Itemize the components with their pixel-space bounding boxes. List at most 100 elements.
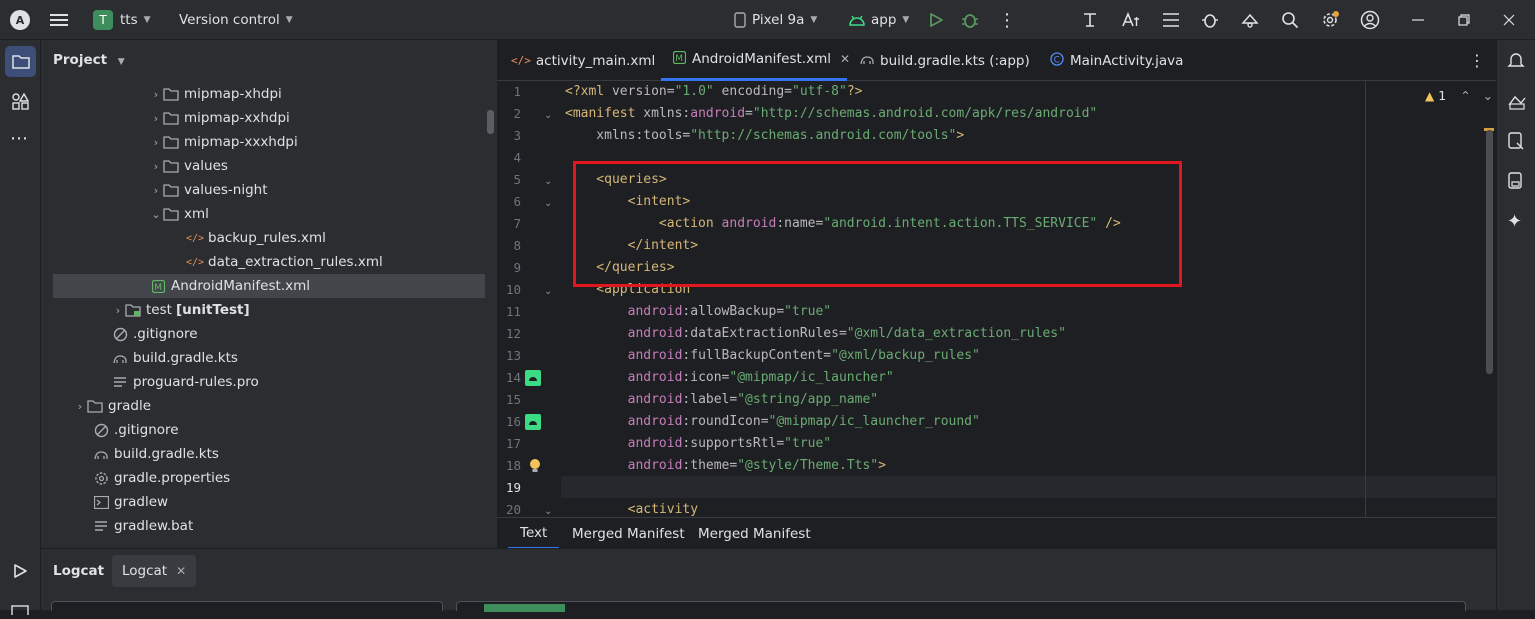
fold-icon[interactable]: ⌄ bbox=[544, 506, 552, 517]
app-inspection-icon[interactable] bbox=[1200, 0, 1220, 40]
chevron-right-icon[interactable]: › bbox=[149, 184, 163, 197]
tree-item-mipmap-xxxhdpi[interactable]: › mipmap-xxxhdpi bbox=[41, 130, 497, 154]
version-control-label: Version control bbox=[179, 12, 280, 28]
project-scrollbar[interactable] bbox=[487, 110, 494, 134]
tree-item-gradlew-bat[interactable]: gradlew.bat bbox=[41, 514, 497, 538]
tree-item-label: build.gradle.kts bbox=[114, 446, 219, 462]
chevron-down-icon[interactable]: ⌄ bbox=[149, 208, 163, 221]
more-actions-icon[interactable]: ⋮ bbox=[998, 0, 1016, 40]
sparkle-ai-icon[interactable]: ✦ bbox=[1507, 211, 1522, 232]
tree-item-gradle[interactable]: › gradle bbox=[41, 394, 497, 418]
folder-icon bbox=[163, 182, 179, 198]
tab-merged-manifest[interactable]: Merged Manifest bbox=[572, 518, 685, 549]
more-tools-icon[interactable]: ⋯ bbox=[10, 128, 28, 149]
tree-item-label: values-night bbox=[184, 182, 268, 198]
tab-label: AndroidManifest.xml bbox=[692, 51, 831, 67]
project-avatar: T bbox=[93, 10, 113, 30]
tab-android-manifest[interactable]: M AndroidManifest.xml ✕ bbox=[661, 40, 850, 81]
run-icon bbox=[930, 13, 943, 27]
filter-chip[interactable] bbox=[484, 604, 565, 612]
tree-item-xml[interactable]: ⌄ xml bbox=[41, 202, 497, 226]
fold-icon[interactable]: ⌄ bbox=[544, 286, 552, 297]
tree-item-label: mipmap-xxxhdpi bbox=[184, 134, 298, 150]
tree-item-build-gradle-root[interactable]: build.gradle.kts bbox=[41, 442, 497, 466]
translate-icon[interactable] bbox=[1121, 0, 1141, 40]
tab-text[interactable]: Text bbox=[508, 518, 560, 549]
line-number: 13 bbox=[505, 348, 521, 363]
tab-build-gradle-app[interactable]: build.gradle.kts (:app) bbox=[859, 40, 1030, 81]
main-menu-icon[interactable] bbox=[50, 0, 68, 40]
editor-scrollbar[interactable] bbox=[1486, 130, 1493, 374]
previous-highlight-icon[interactable]: ⌃ bbox=[1460, 88, 1470, 103]
settings-icon[interactable] bbox=[1320, 0, 1340, 40]
minimize-icon[interactable] bbox=[1412, 0, 1424, 40]
gemini-agent-icon[interactable] bbox=[1507, 92, 1527, 114]
tree-item-proguard-rules[interactable]: proguard-rules.pro bbox=[41, 370, 497, 394]
account-icon[interactable] bbox=[1360, 0, 1380, 40]
code-area[interactable]: <?xml version="1.0" encoding="utf-8"?> <… bbox=[561, 81, 1496, 517]
lightbulb-icon[interactable] bbox=[529, 458, 541, 478]
run-tool-icon[interactable] bbox=[12, 563, 28, 583]
running-devices-icon[interactable] bbox=[1508, 132, 1524, 154]
project-panel-header[interactable]: Project ▼ bbox=[53, 52, 125, 68]
run-config-selector[interactable]: app ▼ bbox=[848, 0, 909, 40]
tree-item-label: gradle.properties bbox=[114, 470, 231, 486]
close-tab-icon[interactable]: ✕ bbox=[176, 564, 186, 578]
fold-icon[interactable]: ⌄ bbox=[544, 110, 552, 121]
tree-item-label: .gitignore bbox=[114, 422, 179, 438]
tree-item-mipmap-xhdpi[interactable]: › mipmap-xhdpi bbox=[41, 82, 497, 106]
notifications-icon[interactable] bbox=[1507, 51, 1525, 73]
chevron-right-icon[interactable]: › bbox=[149, 160, 163, 173]
tree-item-backup-rules[interactable]: </> backup_rules.xml bbox=[41, 226, 497, 250]
code-line-11: android:allowBackup="true" bbox=[627, 304, 832, 319]
folder-icon bbox=[163, 206, 179, 222]
project-tool-icon[interactable] bbox=[5, 46, 36, 77]
device-selector[interactable]: Pixel 9a ▼ bbox=[734, 0, 817, 40]
device-manager-icon[interactable] bbox=[1240, 0, 1260, 40]
chevron-right-icon[interactable]: › bbox=[73, 400, 87, 413]
tree-item-test[interactable]: › test [unitTest] bbox=[41, 298, 497, 322]
launcher-round-preview-icon[interactable] bbox=[525, 414, 541, 430]
tab-options-icon[interactable]: ⋮ bbox=[1469, 40, 1485, 81]
tab-merged-manifest-2[interactable]: Merged Manifest bbox=[698, 518, 811, 549]
tab-activity-main[interactable]: </> activity_main.xml bbox=[511, 40, 655, 81]
chevron-right-icon[interactable]: › bbox=[149, 136, 163, 149]
fold-icon[interactable]: ⌄ bbox=[544, 198, 552, 209]
project-selector[interactable]: T tts ▼ bbox=[93, 0, 151, 40]
tree-item-gradlew[interactable]: gradlew bbox=[41, 490, 497, 514]
debug-button[interactable] bbox=[961, 0, 979, 40]
chevron-right-icon[interactable]: › bbox=[149, 112, 163, 125]
tree-item-values-night[interactable]: › values-night bbox=[41, 178, 497, 202]
search-icon[interactable] bbox=[1281, 0, 1299, 40]
code-line-3: xmlns:tools="http://schemas.android.com/… bbox=[565, 128, 965, 143]
version-control-menu[interactable]: Version control ▼ bbox=[179, 0, 293, 40]
manifest-file-icon: M bbox=[150, 278, 166, 294]
tab-logcat[interactable]: Logcat ✕ bbox=[112, 555, 197, 587]
fold-icon[interactable]: ⌄ bbox=[544, 176, 552, 187]
tree-item-android-manifest[interactable]: M AndroidManifest.xml bbox=[53, 274, 485, 298]
close-icon[interactable] bbox=[1503, 0, 1515, 40]
tab-main-activity[interactable]: C MainActivity.java bbox=[1050, 40, 1183, 81]
structure-icon[interactable] bbox=[1161, 0, 1181, 40]
tree-item-data-extraction-rules[interactable]: </> data_extraction_rules.xml bbox=[41, 250, 497, 274]
launcher-preview-icon[interactable] bbox=[525, 370, 541, 386]
tree-item-gradle-properties[interactable]: gradle.properties bbox=[41, 466, 497, 490]
tree-item-mipmap-xxhdpi[interactable]: › mipmap-xxhdpi bbox=[41, 106, 497, 130]
resource-manager-icon[interactable] bbox=[11, 92, 30, 114]
inspection-widget[interactable]: ▲ 1 ⌃ ⌄ bbox=[1425, 88, 1493, 103]
run-button[interactable] bbox=[928, 0, 944, 40]
line-number: 18 bbox=[505, 458, 521, 473]
tree-item-gitignore[interactable]: .gitignore bbox=[41, 322, 497, 346]
next-highlight-icon[interactable]: ⌄ bbox=[1483, 88, 1493, 103]
tree-item-values[interactable]: › values bbox=[41, 154, 497, 178]
device-explorer-icon[interactable] bbox=[1508, 172, 1524, 194]
line-number: 9 bbox=[513, 260, 521, 275]
tree-item-gitignore-root[interactable]: .gitignore bbox=[41, 418, 497, 442]
chevron-right-icon[interactable]: › bbox=[111, 304, 125, 317]
gradle-sync-icon[interactable] bbox=[1081, 0, 1101, 40]
android-studio-logo-icon[interactable]: A bbox=[10, 0, 30, 40]
chevron-right-icon[interactable]: › bbox=[149, 88, 163, 101]
restore-icon[interactable] bbox=[1458, 0, 1470, 40]
close-tab-icon[interactable]: ✕ bbox=[840, 52, 850, 66]
tree-item-build-gradle[interactable]: build.gradle.kts bbox=[41, 346, 497, 370]
